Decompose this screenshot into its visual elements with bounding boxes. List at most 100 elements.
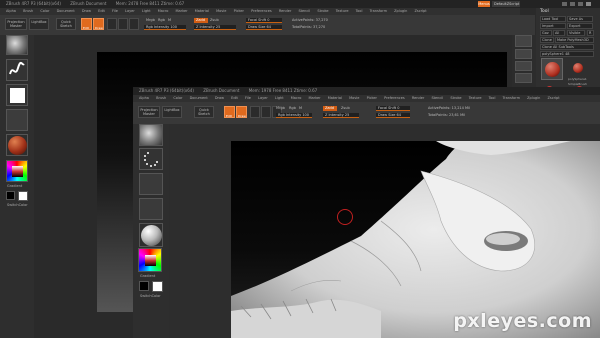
switch-color-label[interactable]: SwitchColor (7, 203, 28, 207)
front-menu-brush[interactable]: Brush (156, 96, 166, 100)
front-scale-button[interactable] (261, 106, 271, 118)
front-rgb-toggle[interactable]: Rgb (289, 106, 296, 110)
move-button[interactable] (107, 18, 117, 30)
all-button[interactable]: All (553, 30, 565, 36)
menu-marker[interactable]: Marker (176, 9, 188, 13)
rotate-button[interactable] (129, 18, 139, 30)
menu-zscript[interactable]: Zscript (414, 9, 426, 13)
front-standard-brush-icon[interactable] (139, 124, 163, 146)
material-icon[interactable] (6, 134, 28, 156)
standard-brush-icon[interactable] (6, 35, 28, 55)
texture-off-icon[interactable] (6, 109, 28, 131)
front-menu-preferences[interactable]: Preferences (384, 96, 405, 100)
menu-stroke[interactable]: Stroke (317, 9, 328, 13)
visible-button[interactable]: Visible (567, 30, 585, 36)
zsub-toggle[interactable]: Zsub (210, 18, 219, 22)
secondary-color-swatch[interactable] (18, 191, 28, 201)
front-menu-material[interactable]: Material (328, 96, 342, 100)
front-menu-render[interactable]: Render (412, 96, 424, 100)
clone-button[interactable]: Clone (540, 37, 554, 43)
front-menu-zscript[interactable]: Zscript (547, 96, 559, 100)
close-icon[interactable] (586, 2, 591, 6)
front-menu-marker[interactable]: Marker (309, 96, 321, 100)
front-menu-transform[interactable]: Transform (503, 96, 520, 100)
r-button[interactable]: R (587, 30, 594, 36)
front-focal-shift-slider[interactable]: Focal Shift 0 (376, 106, 410, 111)
default-zscript-dropdown[interactable]: DefaultZScript (492, 1, 520, 7)
rgb-toggle[interactable]: Rgb (158, 18, 165, 22)
front-menu-tool[interactable]: Tool (489, 96, 496, 100)
menu-edit[interactable]: Edit (98, 9, 105, 13)
front-dots-stroke-icon[interactable] (139, 148, 163, 170)
zoom-icon[interactable] (515, 49, 532, 59)
draw-button[interactable]: Draw (93, 18, 104, 30)
menu-light[interactable]: Light (142, 9, 151, 13)
draw-size-slider[interactable]: Draw Size 64 (246, 25, 282, 30)
restore-icon[interactable] (578, 2, 583, 6)
front-z-intensity-slider[interactable]: Z Intensity 25 (323, 113, 359, 118)
front-draw-size-slider[interactable]: Draw Size 64 (376, 113, 410, 118)
front-menu-document[interactable]: Document (190, 96, 208, 100)
front-main-color-swatch[interactable] (139, 281, 149, 291)
front-zadd-toggle[interactable]: Zadd (323, 106, 337, 111)
color-picker[interactable] (6, 160, 28, 182)
front-secondary-color-swatch[interactable] (152, 281, 163, 292)
quick-sketch-button[interactable]: Quick Sketch (56, 18, 76, 30)
menu-color[interactable]: Color (40, 9, 49, 13)
import-button[interactable]: Import (540, 23, 566, 29)
front-menu-edit[interactable]: Edit (231, 96, 238, 100)
front-menu-stencil[interactable]: Stencil (431, 96, 443, 100)
make-polymesh-button[interactable]: Make PolyMesh3D (555, 37, 594, 43)
front-draw-button[interactable]: Draw (236, 106, 247, 118)
z-intensity-slider[interactable]: Z Intensity 25 (194, 25, 236, 30)
edit-button[interactable]: Edit (81, 18, 92, 30)
front-edit-button[interactable]: Edit (224, 106, 235, 118)
menu-alpha[interactable]: Alpha (6, 9, 16, 13)
front-quick-sketch-button[interactable]: Quick Sketch (194, 106, 214, 118)
menu-transform[interactable]: Transform (370, 9, 387, 13)
front-lightbox-button[interactable]: LightBox (162, 106, 182, 118)
menu-macro[interactable]: Macro (158, 9, 169, 13)
current-tool-slider[interactable]: polySphere1 48 (540, 51, 594, 57)
save-as-button[interactable]: Save As (567, 16, 593, 22)
load-tool-button[interactable]: Load Tool (540, 16, 566, 22)
window-controls[interactable] (560, 1, 598, 7)
m-toggle[interactable]: M (168, 18, 171, 22)
front-move-button[interactable] (250, 106, 260, 118)
front-switch-color-label[interactable]: SwitchColor (140, 294, 161, 298)
main-color-swatch[interactable] (6, 191, 15, 200)
menu-brush[interactable]: Brush (23, 9, 33, 13)
front-rgb-intensity-slider[interactable]: Rgb Intensity 100 (276, 113, 312, 118)
front-menu-stroke[interactable]: Stroke (450, 96, 461, 100)
lightbox-button[interactable]: LightBox (29, 18, 49, 30)
scroll-icon[interactable] (515, 35, 532, 47)
menu-tool[interactable]: Tool (356, 9, 363, 13)
menu-texture[interactable]: Texture (336, 9, 349, 13)
focal-shift-slider[interactable]: Focal Shift 0 (246, 18, 282, 23)
projection-master-button[interactable]: Projection Master (5, 18, 27, 30)
goz-button[interactable]: Goz (540, 30, 552, 36)
mrgb-toggle[interactable]: Mrgb (146, 18, 155, 22)
actual-icon[interactable] (515, 61, 532, 71)
menu-document[interactable]: Document (57, 9, 75, 13)
front-texture-off-icon[interactable] (139, 198, 163, 220)
front-menu-zplugin[interactable]: Zplugin (527, 96, 540, 100)
front-menu-movie[interactable]: Movie (349, 96, 359, 100)
export-button[interactable]: Export (567, 23, 593, 29)
menu-layer[interactable]: Layer (125, 9, 135, 13)
menu-render[interactable]: Render (279, 9, 291, 13)
front-menu-layer[interactable]: Layer (258, 96, 268, 100)
front-canvas[interactable] (231, 141, 600, 338)
simplebrush-thumb[interactable] (568, 60, 588, 78)
front-menu-texture[interactable]: Texture (469, 96, 482, 100)
menu-zplugin[interactable]: Zplugin (394, 9, 407, 13)
polysphere-thumb[interactable] (541, 58, 563, 80)
menu-draw[interactable]: Draw (82, 9, 91, 13)
front-menu-macro[interactable]: Macro (291, 96, 302, 100)
menu-material[interactable]: Material (195, 9, 209, 13)
frame-icon[interactable] (515, 73, 532, 83)
front-menu-alpha[interactable]: Alpha (139, 96, 149, 100)
freehand-stroke-icon[interactable] (6, 59, 28, 81)
front-m-toggle[interactable]: M (299, 106, 302, 110)
front-projection-master-button[interactable]: Projection Master (138, 106, 160, 118)
